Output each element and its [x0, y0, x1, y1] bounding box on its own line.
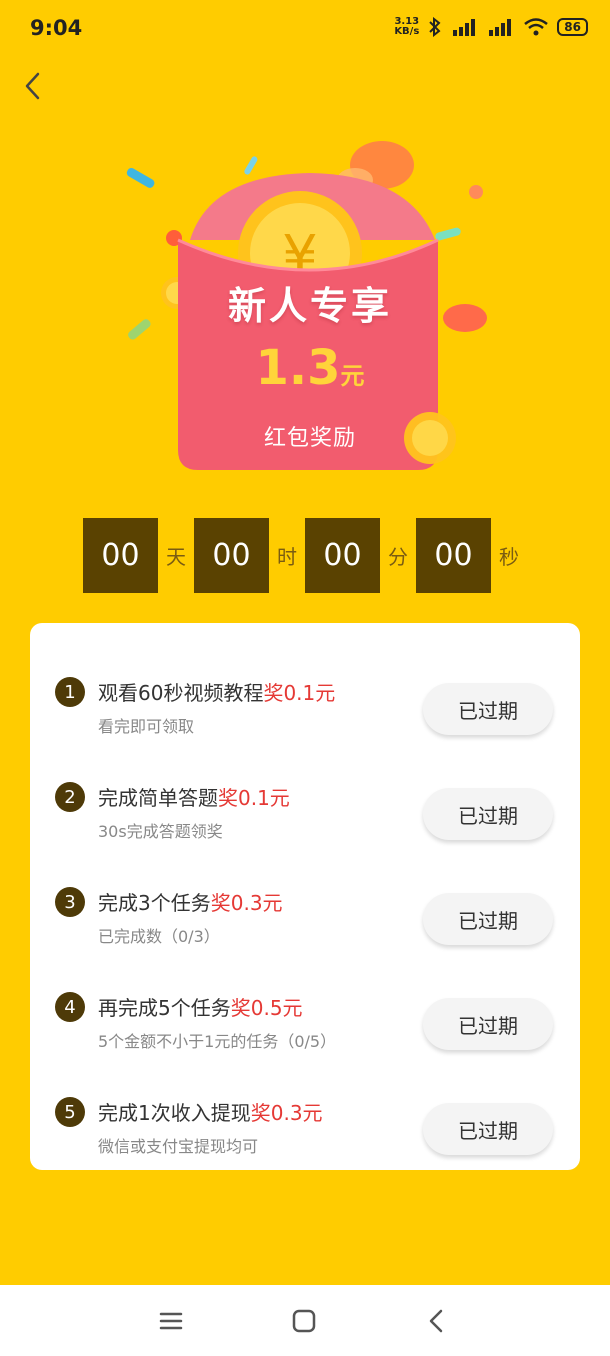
network-speed: 3.13 KB/s: [394, 16, 420, 37]
task-number-badge: 1: [55, 677, 85, 707]
system-nav-bar: [0, 1285, 610, 1356]
battery-indicator: 86: [557, 18, 588, 36]
task-title: 观看60秒视频教程奖0.1元: [98, 681, 336, 705]
task-item: 5 完成1次收入提现奖0.3元 微信或支付宝提现均可 已过期: [30, 1043, 580, 1156]
chevron-left-icon: [25, 72, 40, 100]
task-item: 4 再完成5个任务奖0.5元 5个金额不小于1元的任务（0/5） 已过期: [30, 938, 580, 1051]
wifi-icon: [524, 18, 549, 36]
task-reward: 奖0.3元: [210, 891, 283, 915]
countdown-seconds-label: 秒: [499, 545, 519, 569]
countdown-seconds: 00: [416, 518, 491, 593]
task-reward: 奖0.1元: [218, 786, 290, 810]
countdown-days-label: 天: [166, 545, 186, 569]
hero-title: 新人专享: [227, 284, 392, 328]
task-title: 完成3个任务奖0.3元: [98, 891, 283, 915]
task-title: 完成简单答题奖0.1元: [98, 786, 290, 810]
task-item: 2 完成简单答题奖0.1元 30s完成答题领奖 已过期: [30, 728, 580, 841]
hero-amount-number: 1.3: [255, 340, 341, 396]
back-button[interactable]: [14, 66, 54, 106]
system-back-button[interactable]: [421, 1305, 453, 1337]
task-title: 完成1次收入提现奖0.3元: [98, 1101, 323, 1125]
signal-icon-2: [489, 19, 512, 36]
task-item: 1 观看60秒视频教程奖0.1元 看完即可领取 已过期: [30, 623, 580, 736]
hero-subtitle: 红包奖励: [263, 426, 356, 451]
menu-icon: [159, 1312, 183, 1330]
home-square-icon: [292, 1309, 316, 1333]
clock: 9:04: [30, 16, 83, 40]
hero-amount: 1.3元: [120, 340, 500, 396]
task-reward: 奖0.1元: [263, 681, 336, 705]
expired-button[interactable]: 已过期: [423, 1103, 553, 1155]
status-bar: 9:04 3.13 KB/s 86: [0, 0, 610, 60]
status-icons: 3.13 KB/s 86: [394, 17, 588, 37]
home-button[interactable]: [288, 1305, 320, 1337]
bluetooth-icon: [429, 17, 441, 37]
task-reward: 奖0.3元: [250, 1101, 323, 1125]
countdown-minutes-label: 分: [388, 545, 408, 569]
task-number-badge: 3: [55, 887, 85, 917]
countdown-timer: 00 天 00 时 00 分 00 秒: [83, 518, 527, 593]
task-reward: 奖0.5元: [230, 996, 303, 1020]
hero-amount-unit: 元: [340, 362, 365, 390]
task-description: 微信或支付宝提现均可: [98, 1137, 259, 1156]
task-title: 再完成5个任务奖0.5元: [98, 996, 303, 1020]
nav-back-icon: [429, 1309, 443, 1333]
countdown-minutes: 00: [305, 518, 380, 593]
task-number-badge: 2: [55, 782, 85, 812]
countdown-days: 00: [83, 518, 158, 593]
countdown-hours: 00: [194, 518, 269, 593]
task-number-badge: 5: [55, 1097, 85, 1127]
task-item: 3 完成3个任务奖0.3元 已完成数（0/3） 已过期: [30, 833, 580, 946]
recent-apps-button[interactable]: [155, 1305, 187, 1337]
countdown-hours-label: 时: [277, 545, 297, 569]
task-number-badge: 4: [55, 992, 85, 1022]
task-list-card: 1 观看60秒视频教程奖0.1元 看完即可领取 已过期 2 完成简单答题奖0.1…: [30, 623, 580, 1170]
signal-icon: [453, 19, 476, 36]
red-envelope-hero: ¥ 新人专享 1.3元 红包奖励: [120, 135, 500, 495]
